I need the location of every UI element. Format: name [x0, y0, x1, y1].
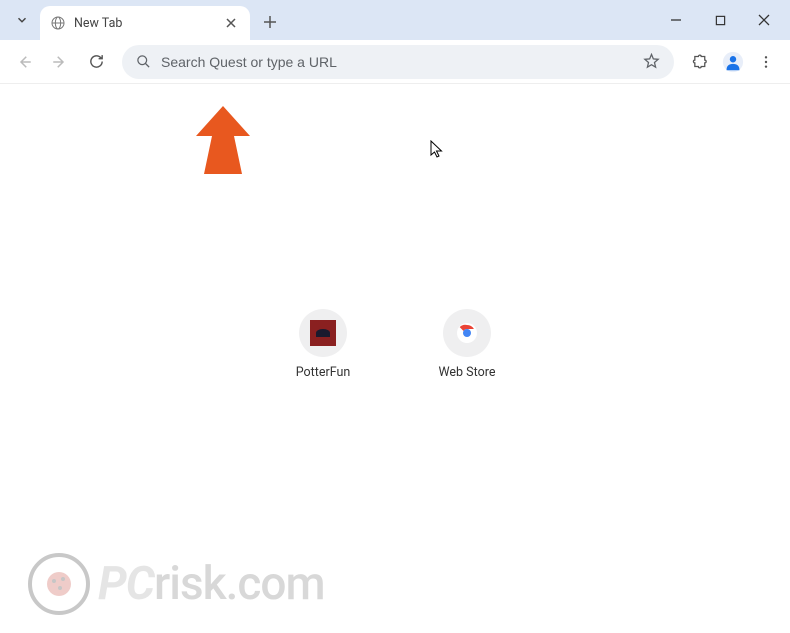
minimize-button[interactable] — [654, 5, 698, 35]
close-tab-button[interactable] — [222, 14, 240, 32]
reload-icon — [88, 53, 105, 70]
new-tab-button[interactable] — [256, 8, 284, 36]
close-icon — [226, 18, 236, 28]
maximize-button[interactable] — [698, 5, 742, 35]
watermark: PCrisk.com — [28, 553, 325, 615]
chrome-icon — [455, 321, 479, 345]
puzzle-icon — [692, 53, 709, 70]
bookmark-star-button[interactable] — [643, 53, 660, 70]
toolbar — [0, 40, 790, 84]
watermark-logo-icon — [28, 553, 90, 615]
arrow-left-icon — [15, 53, 33, 71]
search-tabs-button[interactable] — [8, 6, 36, 34]
back-button[interactable] — [8, 46, 40, 78]
watermark-text: PCrisk.com — [98, 557, 325, 611]
new-tab-page: PotterFun Web Store PCri — [0, 84, 790, 633]
shortcut-label: PotterFun — [296, 365, 351, 380]
forward-button[interactable] — [44, 46, 76, 78]
chevron-down-icon — [15, 13, 29, 27]
shortcut-potterfun[interactable]: PotterFun — [278, 309, 368, 380]
reload-button[interactable] — [80, 46, 112, 78]
extensions-button[interactable] — [684, 46, 716, 78]
close-icon — [758, 14, 770, 26]
plus-icon — [263, 15, 277, 29]
menu-button[interactable] — [750, 46, 782, 78]
kebab-menu-icon — [758, 54, 774, 70]
tab-title: New Tab — [74, 16, 222, 31]
profile-button[interactable] — [720, 49, 746, 75]
shortcut-webstore[interactable]: Web Store — [422, 309, 512, 380]
maximize-icon — [715, 15, 726, 26]
shortcut-label: Web Store — [439, 365, 496, 380]
close-window-button[interactable] — [742, 5, 786, 35]
title-bar: New Tab — [0, 0, 790, 40]
window-controls — [654, 0, 786, 40]
shortcuts-grid: PotterFun Web Store — [278, 309, 512, 380]
shortcut-circle — [443, 309, 491, 357]
annotation-arrow-icon — [196, 106, 250, 174]
search-icon — [136, 54, 151, 69]
minimize-icon — [670, 14, 682, 26]
address-bar[interactable] — [122, 45, 674, 79]
omnibox-input[interactable] — [161, 54, 633, 70]
profile-icon — [722, 51, 744, 73]
browser-tab[interactable]: New Tab — [40, 6, 250, 40]
globe-icon — [50, 15, 66, 31]
cursor-icon — [430, 140, 446, 160]
shortcut-circle — [299, 309, 347, 357]
potterfun-favicon — [310, 320, 336, 346]
arrow-right-icon — [51, 53, 69, 71]
